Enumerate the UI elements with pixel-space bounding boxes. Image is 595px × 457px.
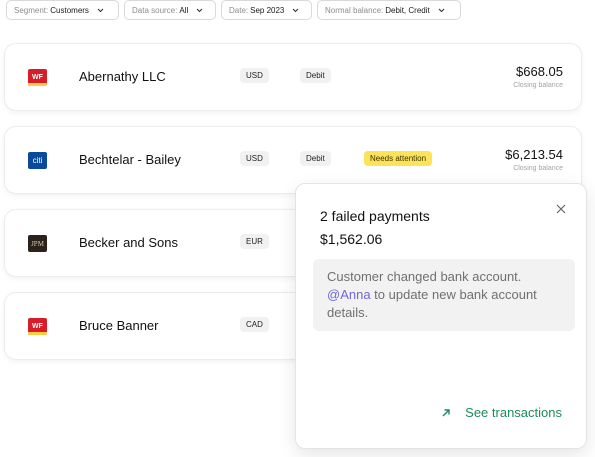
customer-name: Abernathy LLC (79, 69, 166, 84)
arrow-up-right-icon (441, 408, 451, 418)
customer-name: Bruce Banner (79, 318, 159, 333)
currency-badge: USD (240, 151, 269, 166)
note-text: Customer changed bank account. (327, 269, 522, 284)
bank-logo-icon: citi (28, 152, 47, 169)
segment-filter[interactable]: Segment: Customers (6, 0, 119, 20)
customer-name: Becker and Sons (79, 235, 179, 250)
currency-badge: USD (240, 68, 269, 83)
bank-logo-icon: WF (28, 69, 47, 86)
data-source-filter[interactable]: Data source: All (124, 0, 216, 20)
close-icon[interactable] (554, 202, 568, 216)
see-transactions-label: See transactions (465, 405, 562, 420)
chevron-down-icon (438, 8, 445, 13)
balance-type-badge: Debit (300, 151, 331, 166)
chevron-down-icon (292, 8, 299, 13)
popover-note: Customer changed bank account. @Anna to … (313, 259, 575, 331)
filter-label: Date: (229, 5, 249, 15)
customer-name: Bechtelar - Bailey (79, 152, 181, 167)
filter-bar: Segment: Customers Data source: All Date… (6, 0, 461, 20)
currency-badge: EUR (240, 234, 269, 249)
popover-amount: $1,562.06 (320, 231, 383, 247)
bank-logo-icon: WF (28, 318, 47, 335)
closing-balance-label: Closing balance (513, 82, 563, 89)
see-transactions-link[interactable]: See transactions (441, 405, 562, 420)
closing-balance-label: Closing balance (513, 165, 563, 172)
filter-label: Data source: (132, 5, 178, 15)
closing-balance-amount: $668.05 (516, 64, 563, 79)
popover-title: 2 failed payments (320, 208, 430, 224)
currency-badge: CAD (240, 317, 269, 332)
date-filter[interactable]: Date: Sep 2023 (221, 0, 312, 20)
chevron-down-icon (97, 8, 104, 13)
balance-type-badge: Debit (300, 68, 331, 83)
filter-label: Segment: (14, 5, 49, 15)
filter-value: Customers (50, 5, 89, 15)
chevron-down-icon (196, 8, 203, 13)
user-mention[interactable]: @Anna (327, 287, 371, 302)
filter-value: All (179, 5, 189, 15)
normal-balance-filter[interactable]: Normal balance: Debit, Credit (317, 0, 461, 20)
filter-value: Sep 2023 (250, 5, 285, 15)
customer-row[interactable]: WF Abernathy LLC USD Debit $668.05 Closi… (4, 43, 582, 111)
needs-attention-badge[interactable]: Needs attention (364, 151, 433, 166)
closing-balance-amount: $6,213.54 (505, 147, 563, 162)
filter-value: Debit, Credit (385, 5, 430, 15)
bank-logo-icon: JPM (28, 235, 47, 252)
filter-label: Normal balance: (325, 5, 384, 15)
failed-payments-popover: 2 failed payments $1,562.06 Customer cha… (295, 183, 587, 449)
